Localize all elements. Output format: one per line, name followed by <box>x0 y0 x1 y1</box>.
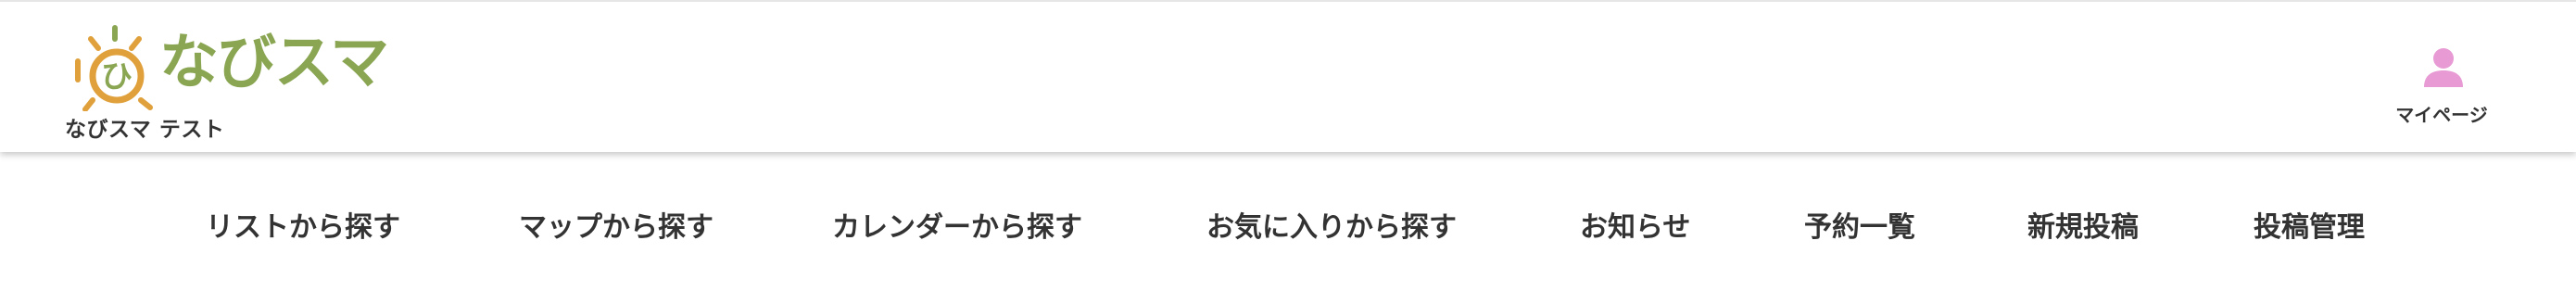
main-nav: リストから探す マップから探す カレンダーから探す お気に入りから探す お知らせ… <box>0 200 2576 256</box>
nav-item-list-search[interactable]: リストから探す <box>206 200 400 256</box>
site-header: ひ なびスマ なびスマ テスト マイページ <box>0 0 2576 152</box>
nav-item-calendar-search[interactable]: カレンダーから探す <box>832 200 1082 256</box>
nav-item-new-post[interactable]: 新規投稿 <box>2027 200 2139 256</box>
nav-item-map-search[interactable]: マップから探す <box>519 200 713 256</box>
site-logo: ひ なびスマ <box>70 19 389 111</box>
page: ひ なびスマ なびスマ テスト マイページ リストから探す マップから探す カレ… <box>0 0 2576 304</box>
nav-item-reservations[interactable]: 予約一覧 <box>1804 200 1915 256</box>
nav-item-favorites-search[interactable]: お気に入りから探す <box>1206 200 1457 256</box>
nav-item-notices[interactable]: お知らせ <box>1580 200 1690 256</box>
site-name: なびスマ テスト <box>65 118 225 142</box>
logo-wordmark: なびスマ <box>159 29 389 97</box>
svg-text:ひ: ひ <box>101 58 133 95</box>
user-icon <box>2422 46 2465 89</box>
mypage-label: マイページ <box>2395 104 2488 126</box>
home-link[interactable]: ひ なびスマ なびスマ テスト <box>65 15 389 145</box>
nav-item-post-management[interactable]: 投稿管理 <box>2254 200 2365 256</box>
mypage-button[interactable]: マイページ <box>2381 43 2502 130</box>
